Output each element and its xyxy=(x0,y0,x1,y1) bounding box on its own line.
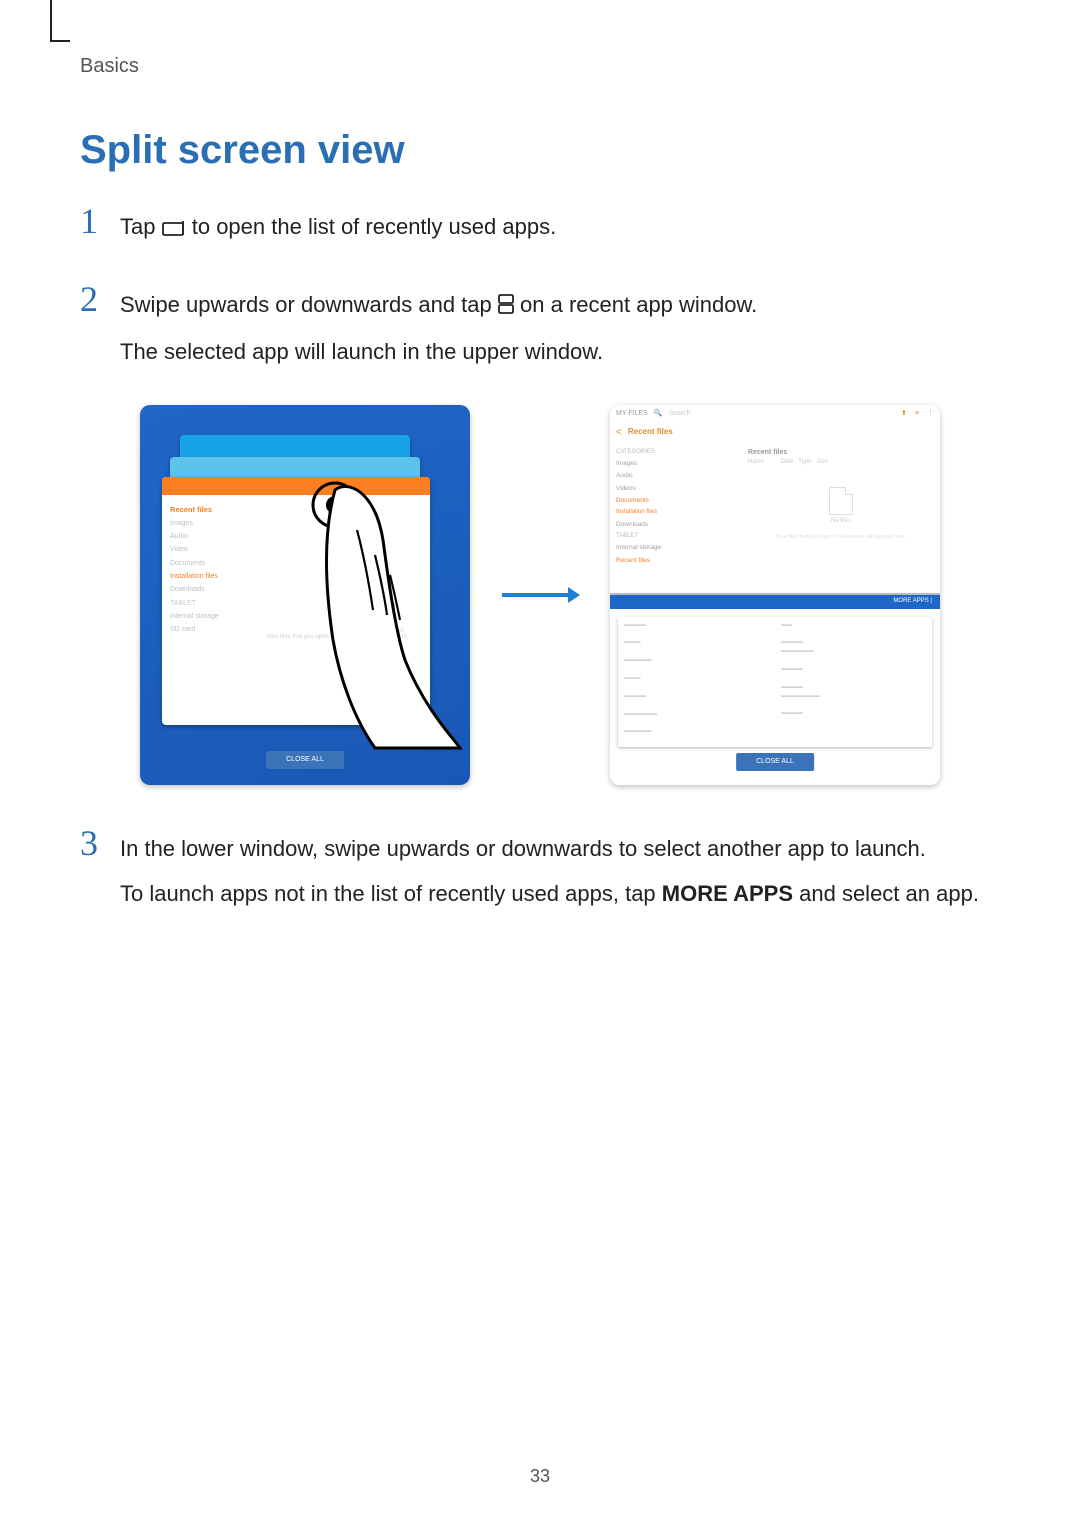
sidebar-section-label: CATEGORIES xyxy=(616,447,736,458)
back-icon[interactable]: < xyxy=(616,425,622,441)
sort-tab[interactable]: Name xyxy=(748,459,764,465)
sidebar-item-label[interactable]: Downloads xyxy=(616,519,736,531)
breadcrumb: Basics xyxy=(80,55,1000,78)
main-pane: Recent files Name Date Type Size No file… xyxy=(742,443,940,593)
app-title-bar: MY FILES 🔍 Search ⬆ ≡ ⋮ xyxy=(610,405,940,423)
sort-tab[interactable]: Size xyxy=(816,459,828,465)
step-3: 3 In the lower window, swipe upwards or … xyxy=(80,825,1000,921)
arrow-right-icon xyxy=(500,585,580,605)
sidebar-item-label: Documents xyxy=(170,557,265,570)
sidebar-labels: Recent files Images Audio Video Document… xyxy=(170,503,265,637)
sidebar-item-label[interactable]: Images xyxy=(616,458,736,470)
page-title: Split screen view xyxy=(80,128,1000,173)
sidebar-item-label: Video xyxy=(170,543,265,556)
app-header-title: Recent files xyxy=(628,426,673,439)
sidebar-item-label: Audio xyxy=(170,530,265,543)
sidebar-item-label[interactable]: Documents xyxy=(616,495,736,507)
step-text: Swipe upwards or downwards and tap xyxy=(120,292,492,317)
sidebar-item-label: Installation files xyxy=(170,570,265,583)
hint-text: Your files that you open or download wil… xyxy=(260,633,415,643)
upper-window: MY FILES 🔍 Search ⬆ ≡ ⋮ < Recent files xyxy=(610,405,940,595)
sidebar-header-label: Recent files xyxy=(170,503,265,517)
document-icon xyxy=(829,487,853,515)
lower-window: MORE APPS | ▬▬▬▬ ▬▬▬ ▬▬▬▬▬ ▬▬▬ ▬▬▬▬ ▬▬▬▬ xyxy=(610,595,940,785)
sidebar-item-label[interactable]: Internal storage xyxy=(616,542,736,554)
app-name-label: MY FILES xyxy=(616,408,648,419)
sort-tab[interactable]: Date xyxy=(781,459,794,465)
step-text: to open the list of recently used apps. xyxy=(192,214,556,239)
step-body: In the lower window, swipe upwards or do… xyxy=(120,825,979,921)
step-text: on a recent app window. xyxy=(520,292,757,317)
card-body: ▬▬▬▬ ▬▬▬ ▬▬▬▬▬ ▬▬▬ ▬▬▬▬ ▬▬▬▬▬▬ ▬▬▬▬▬ ▬▬ … xyxy=(618,617,932,747)
main-header-label: Recent files xyxy=(748,447,934,458)
step-text: Tap xyxy=(120,214,155,239)
search-label: Search xyxy=(669,408,691,419)
sidebar-item-label[interactable]: Recent files xyxy=(616,555,736,567)
more-apps-keyword: MORE APPS xyxy=(662,881,793,906)
card-header xyxy=(162,477,430,495)
more-apps-bar[interactable]: MORE APPS | xyxy=(610,595,940,609)
manual-page: Basics Split screen view 1 Tap to open t… xyxy=(0,0,1080,1527)
title-bar-icon[interactable]: ≡ xyxy=(915,408,919,419)
more-apps-label: MORE APPS | xyxy=(893,597,932,607)
sidebar-item-label[interactable]: Audio xyxy=(616,470,736,482)
close-all-button[interactable]: CLOSE ALL xyxy=(266,751,344,768)
sidebar-item-label: SD card xyxy=(170,623,265,636)
title-bar-icon[interactable]: ⋮ xyxy=(927,408,934,419)
step-body: Swipe upwards or downwards and tap on a … xyxy=(120,281,757,379)
sidebar: CATEGORIES Images Audio Videos Documents… xyxy=(610,443,742,593)
recent-app-card[interactable]: ▬▬▬▬ ▬▬▬ ▬▬▬▬▬ ▬▬▬ ▬▬▬▬ ▬▬▬▬▬▬ ▬▬▬▬▬ ▬▬ … xyxy=(618,617,932,747)
sidebar-item-label[interactable]: Installation files xyxy=(616,507,736,518)
figure-row: Recent files Images Audio Video Document… xyxy=(80,405,1000,785)
sort-tab[interactable]: Type xyxy=(798,459,811,465)
step-list: 1 Tap to open the list of recently used … xyxy=(80,203,1000,921)
recent-apps-icon xyxy=(162,211,186,246)
step-number: 3 xyxy=(80,825,120,921)
page-corner-mark xyxy=(50,0,70,42)
sidebar-section-label: TABLET xyxy=(170,597,265,610)
step-body: Tap to open the list of recently used ap… xyxy=(120,203,556,256)
sidebar-item-label: Downloads xyxy=(170,583,265,596)
page-number: 33 xyxy=(530,1466,550,1487)
sidebar-item-label: Internal storage xyxy=(170,610,265,623)
split-screen-icon xyxy=(498,289,514,324)
step-extra: The selected app will launch in the uppe… xyxy=(120,334,757,369)
no-files-label: No files xyxy=(748,517,934,527)
figure-tablet-before: Recent files Images Audio Video Document… xyxy=(140,405,470,785)
step-number: 1 xyxy=(80,203,120,256)
app-header: < Recent files xyxy=(610,423,940,443)
title-bar-icon[interactable]: ⬆ xyxy=(901,408,907,419)
step-extra-text: To launch apps not in the list of recent… xyxy=(120,881,662,906)
step-extra: To launch apps not in the list of recent… xyxy=(120,876,979,911)
step-2: 2 Swipe upwards or downwards and tap on … xyxy=(80,281,1000,379)
sidebar-item-label: Images xyxy=(170,517,265,530)
sidebar-item-label[interactable]: Videos xyxy=(616,483,736,495)
sidebar-section-label: TABLET xyxy=(616,531,736,542)
figure-tablet-after: MY FILES 🔍 Search ⬆ ≡ ⋮ < Recent files xyxy=(610,405,940,785)
step-1: 1 Tap to open the list of recently used … xyxy=(80,203,1000,256)
close-all-button[interactable]: CLOSE ALL xyxy=(736,753,814,770)
step-text: In the lower window, swipe upwards or do… xyxy=(120,831,979,866)
step-extra-text: and select an app. xyxy=(793,881,979,906)
step-number: 2 xyxy=(80,281,120,379)
hint-text: Your files that you open or download wil… xyxy=(748,533,934,542)
document-icon xyxy=(369,595,395,625)
